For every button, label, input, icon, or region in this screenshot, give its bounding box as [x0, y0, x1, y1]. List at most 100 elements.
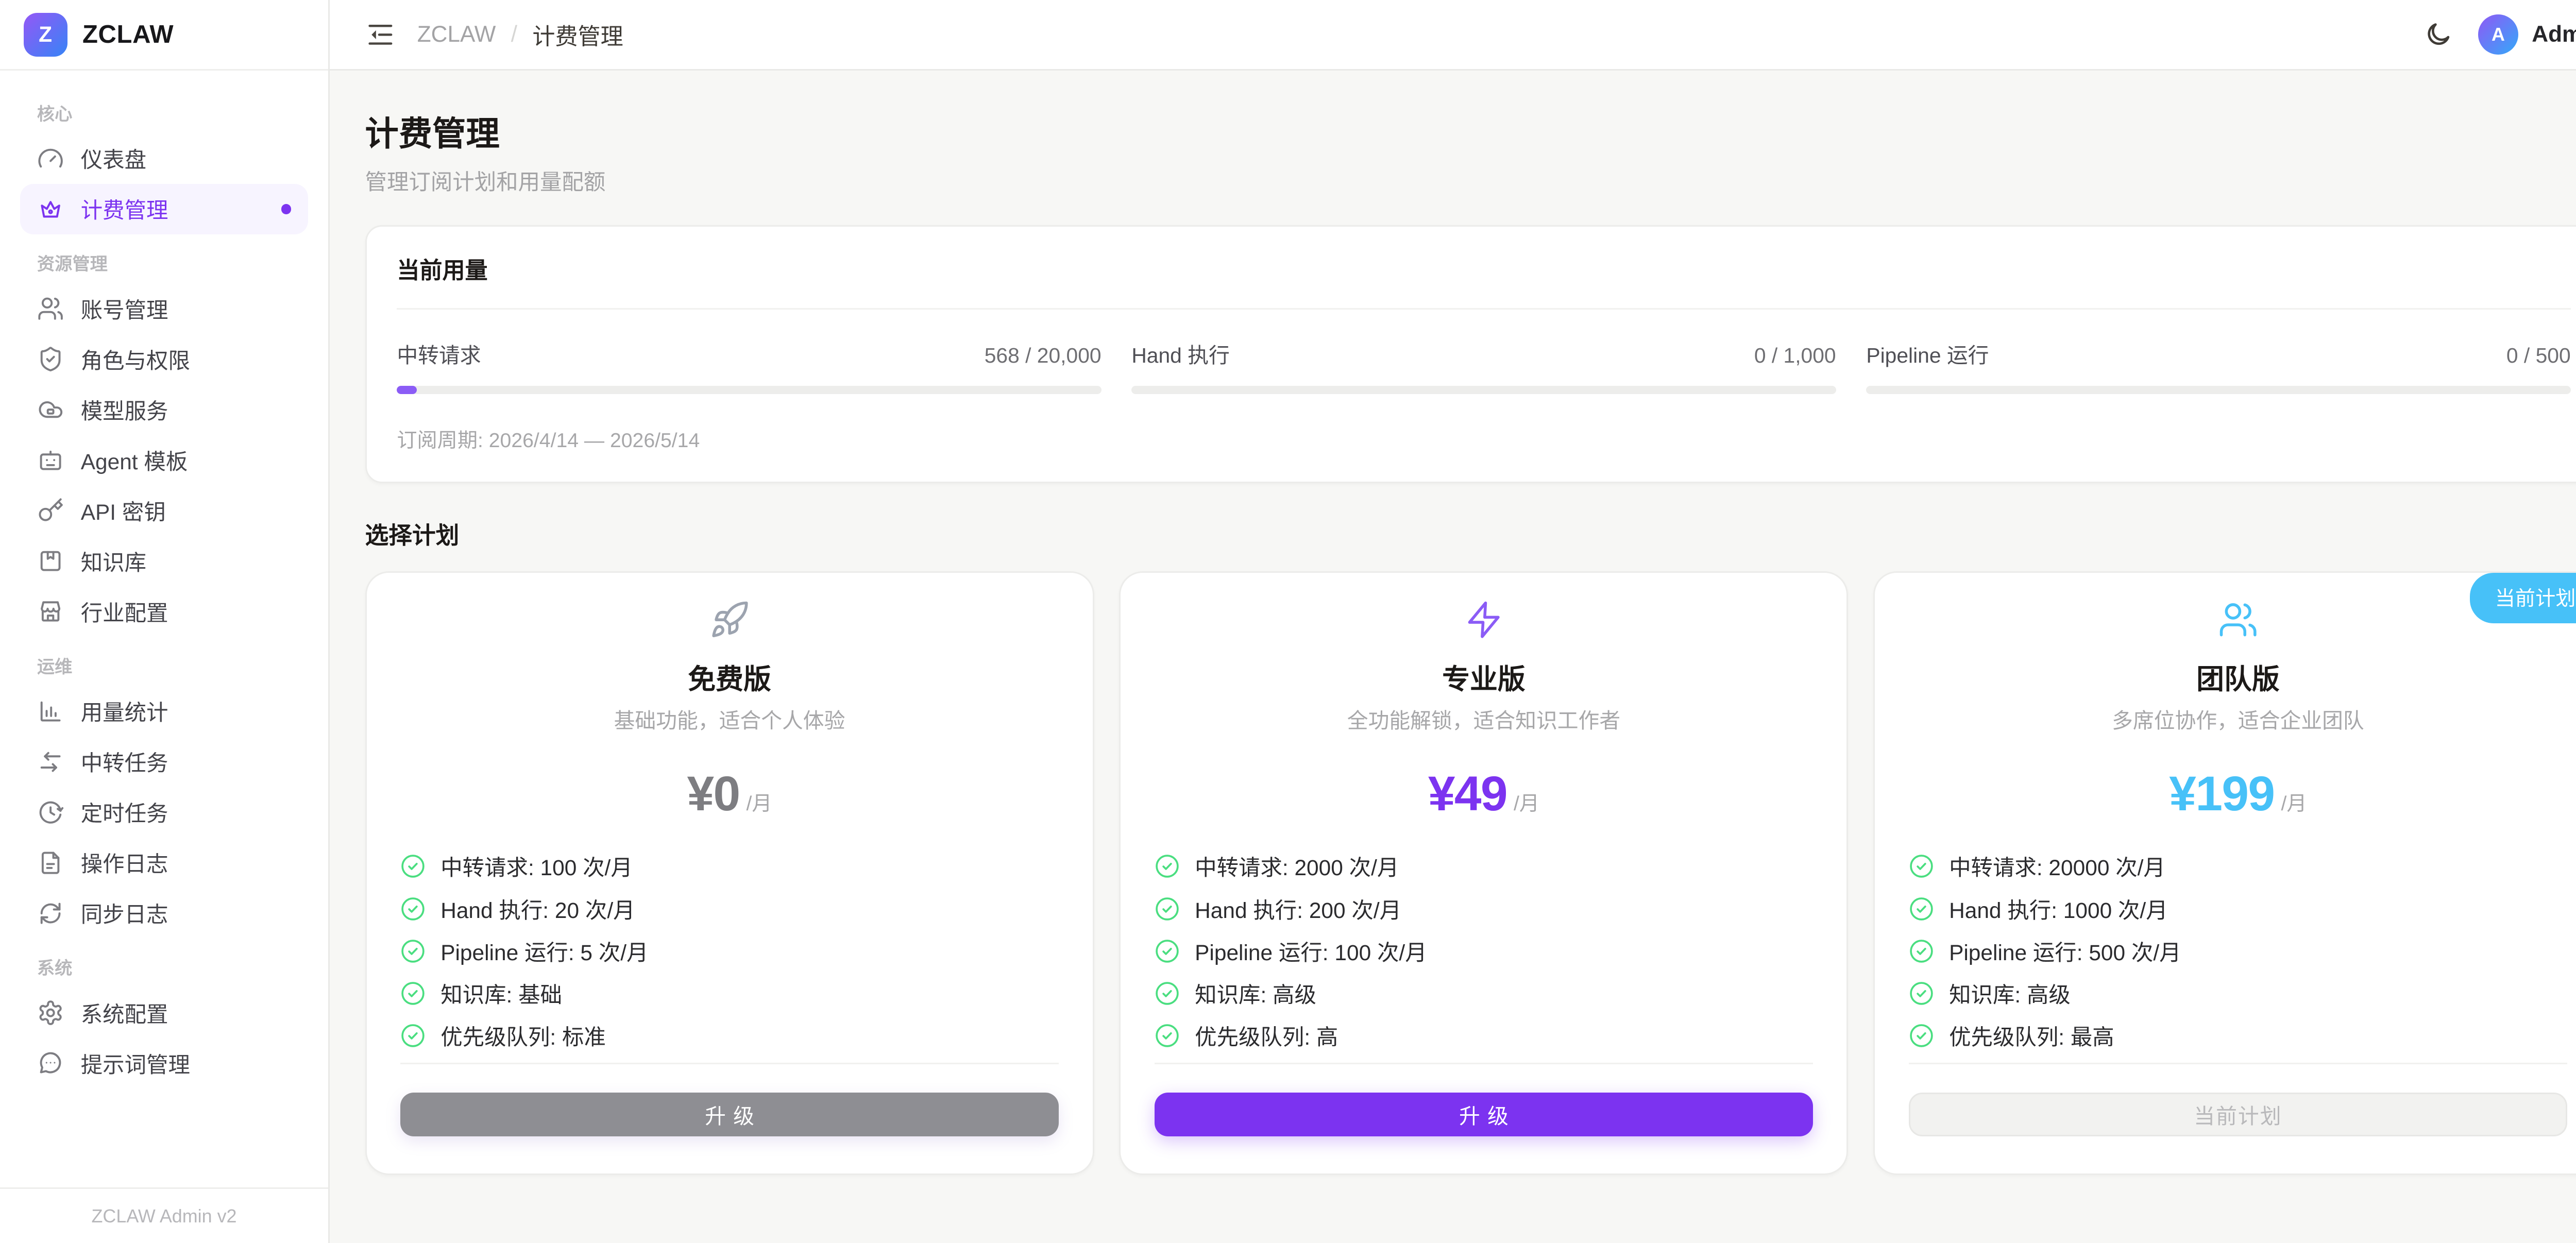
sidebar-section-label: 资源管理	[20, 234, 308, 284]
timer-icon	[37, 799, 64, 826]
sidebar-item-store[interactable]: 行业配置	[20, 586, 308, 637]
chart-icon	[37, 698, 64, 725]
sidebar-item-label: API 密钥	[81, 495, 166, 526]
sidebar-item-cloud[interactable]: 模型服务	[20, 384, 308, 435]
plan-feature: 知识库: 高级	[1155, 978, 1813, 1009]
gear-icon	[37, 999, 64, 1026]
check-icon	[1909, 939, 1934, 964]
sidebar-item-swap[interactable]: 中转任务	[20, 737, 308, 787]
check-icon	[1155, 981, 1180, 1006]
sidebar-item-chat[interactable]: 提示词管理	[20, 1038, 308, 1088]
plan-feature: Pipeline 运行: 5 次/月	[400, 935, 1059, 967]
sidebar-item-shield[interactable]: 角色与权限	[20, 334, 308, 384]
plan-features: 中转请求: 2000 次/月Hand 执行: 200 次/月Pipeline 运…	[1155, 850, 1813, 1062]
sidebar-nav: 核心仪表盘计费管理资源管理账号管理角色与权限模型服务 Agent 模板 API 密钥…	[0, 71, 328, 1187]
sidebar-item-crown[interactable]: 计费管理	[20, 184, 308, 234]
plan-features: 中转请求: 20000 次/月Hand 执行: 1000 次/月Pipeline…	[1909, 850, 2567, 1062]
sidebar-item-bot[interactable]: Agent 模板	[20, 435, 308, 485]
plan-feature: Hand 执行: 1000 次/月	[1909, 893, 2567, 925]
breadcrumb-current: 计费管理	[532, 18, 623, 51]
usage-meter: Pipeline 运行 0 / 500	[1866, 338, 2570, 394]
breadcrumb: ZCLAW / 计费管理	[417, 18, 623, 51]
gauge-icon	[37, 145, 64, 172]
cloud-icon	[37, 396, 64, 423]
sidebar-item-label: 定时任务	[81, 796, 168, 828]
plan-name: 专业版	[1155, 657, 1813, 697]
meter-progressbar	[1131, 386, 1836, 394]
check-icon	[1909, 981, 1934, 1006]
plan-icon	[1155, 600, 1813, 640]
upgrade-button[interactable]: 升级	[1155, 1093, 1813, 1136]
sidebar: Z ZCLAW 核心仪表盘计费管理资源管理账号管理角色与权限模型服务 Agent …	[0, 0, 330, 1243]
meter-value: 0 / 1,000	[1754, 344, 1836, 368]
sidebar-item-timer[interactable]: 定时任务	[20, 787, 308, 838]
price-amount: ¥49	[1428, 766, 1507, 822]
meter-label: Pipeline 运行	[1866, 338, 1989, 369]
sidebar-item-sync[interactable]: 同步日志	[20, 888, 308, 939]
active-indicator-dot	[281, 204, 292, 214]
plans-section-title: 选择计划	[365, 517, 2576, 551]
sidebar-section-label: 核心	[20, 84, 308, 133]
plan-feature: Hand 执行: 20 次/月	[400, 893, 1059, 925]
plan-name: 团队版	[1909, 657, 2567, 697]
breadcrumb-root[interactable]: ZCLAW	[417, 22, 496, 47]
file-icon	[37, 849, 64, 876]
plan-feature-text: 中转请求: 2000 次/月	[1195, 850, 1399, 882]
app-title: ZCLAW	[82, 20, 174, 49]
plan-feature-text: Hand 执行: 200 次/月	[1195, 893, 1401, 925]
header-right: A Admin	[2424, 14, 2576, 55]
sidebar-item-key[interactable]: API 密钥	[20, 485, 308, 536]
plan-feature: 知识库: 基础	[400, 978, 1059, 1009]
sidebar-section-label: 系统	[20, 939, 308, 988]
team-icon	[2218, 600, 2258, 640]
user-name: Admin	[2532, 22, 2576, 47]
sidebar-item-gauge[interactable]: 仪表盘	[20, 133, 308, 184]
plan-feature: 中转请求: 2000 次/月	[1155, 850, 1813, 882]
subscription-period: 订阅周期: 2026/4/14 — 2026/5/14	[397, 397, 2570, 482]
moon-icon	[2424, 20, 2453, 49]
current-plan-badge: 当前计划	[2470, 573, 2576, 623]
theme-toggle-button[interactable]	[2424, 20, 2454, 50]
avatar: A	[2478, 14, 2518, 55]
plan-price: ¥0/月	[400, 766, 1059, 822]
plan-feature-text: Pipeline 运行: 500 次/月	[1949, 935, 2181, 967]
check-icon	[400, 896, 426, 922]
sidebar-item-label: 用量统计	[81, 695, 168, 727]
plan-feature-text: 优先级队列: 最高	[1949, 1020, 2114, 1051]
check-icon	[1909, 896, 1934, 922]
meter-progressbar	[397, 386, 1101, 394]
meter-progress-fill	[397, 386, 417, 394]
check-icon	[400, 939, 426, 964]
meter-value: 568 / 20,000	[985, 344, 1101, 368]
check-icon	[400, 1023, 426, 1048]
sidebar-item-label: 账号管理	[81, 293, 168, 325]
sidebar-item-label: 提示词管理	[81, 1048, 190, 1079]
main-area: ZCLAW / 计费管理 A Admin 计费管理 管理订阅计划和用量配额 当前…	[330, 0, 2576, 1243]
plan-description: 基础功能，适合个人体验	[400, 704, 1059, 734]
plan-feature-text: 知识库: 高级	[1195, 978, 1316, 1009]
sidebar-item-chart[interactable]: 用量统计	[20, 686, 308, 737]
collapse-icon	[365, 20, 396, 50]
usage-meter: 中转请求 568 / 20,000	[397, 338, 1101, 394]
sidebar-item-label: 操作日志	[81, 847, 168, 878]
plan-feature-text: 中转请求: 100 次/月	[440, 850, 633, 882]
sidebar-item-label: 模型服务	[81, 394, 168, 425]
meter-label: Hand 执行	[1131, 338, 1229, 369]
price-unit: /月	[2281, 788, 2307, 816]
sidebar-item-label: 知识库	[81, 546, 146, 577]
user-menu[interactable]: A Admin	[2478, 14, 2576, 55]
plan-feature: 知识库: 高级	[1909, 978, 2567, 1009]
swap-icon	[37, 748, 64, 775]
sidebar-item-file[interactable]: 操作日志	[20, 838, 308, 888]
logo-icon: Z	[24, 13, 67, 57]
price-unit: /月	[747, 788, 772, 816]
upgrade-button[interactable]: 升级	[400, 1093, 1059, 1136]
sidebar-collapse-button[interactable]	[365, 20, 396, 50]
page-title: 计费管理	[365, 106, 2576, 155]
plan-icon	[400, 600, 1059, 640]
sidebar-item-gear[interactable]: 系统配置	[20, 987, 308, 1038]
sidebar-item-users[interactable]: 账号管理	[20, 284, 308, 334]
sidebar-item-book[interactable]: 知识库	[20, 536, 308, 586]
sidebar-section-label: 运维	[20, 637, 308, 686]
plan-feature-text: 优先级队列: 高	[1195, 1020, 1338, 1051]
